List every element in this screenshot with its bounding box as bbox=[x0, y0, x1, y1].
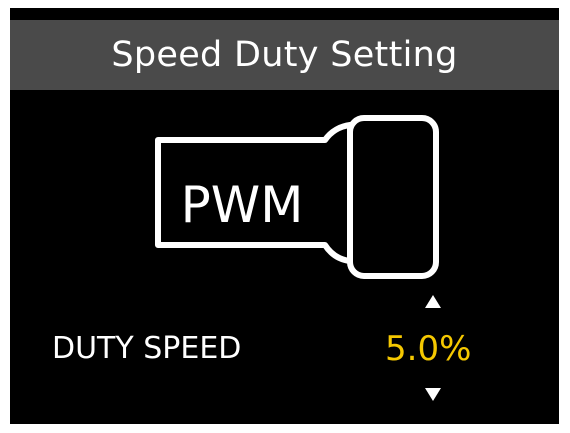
duty-speed-label: DUTY SPEED bbox=[52, 331, 242, 366]
display-screen: Speed Duty Setting PWM DUTY SPEED 5.0% bbox=[10, 8, 559, 424]
pwm-plug-head-outline bbox=[347, 115, 439, 279]
pwm-label: PWM bbox=[181, 176, 304, 234]
triangle-up-icon[interactable] bbox=[425, 295, 441, 308]
duty-speed-value[interactable]: 5.0% bbox=[385, 329, 471, 369]
triangle-down-icon[interactable] bbox=[425, 388, 441, 401]
